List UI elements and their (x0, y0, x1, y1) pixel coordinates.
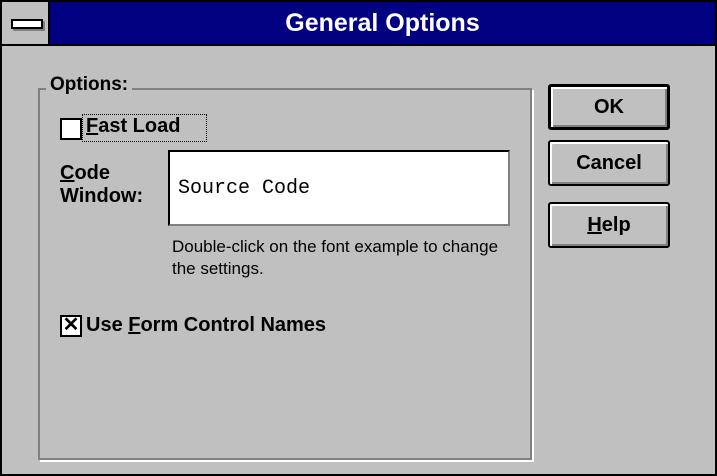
code-window-label: Code Window: (60, 162, 143, 208)
cancel-button[interactable]: Cancel (548, 140, 670, 186)
code-window-label-line1: ode (74, 162, 111, 184)
help-button-label: Help (550, 205, 668, 245)
fast-load-accelerator: F (86, 115, 99, 137)
title-bar[interactable]: General Options (2, 2, 715, 46)
options-group-label: Options: (46, 74, 133, 96)
use-form-control-names-text-before: Use (86, 314, 129, 336)
use-form-control-names-label[interactable]: Use Form Control Names (86, 314, 326, 337)
fast-load-checkbox[interactable] (60, 118, 82, 140)
fast-load-label-text: ast Load (98, 115, 181, 137)
code-window-label-line2: Window: (60, 185, 144, 207)
checkmark-icon: ✕ (62, 314, 80, 336)
use-form-control-names-accelerator: F (128, 314, 141, 336)
system-menu-bar-icon (11, 19, 43, 29)
use-form-control-names-checkbox[interactable]: ✕ (60, 314, 82, 337)
help-button-label-text: elp (601, 214, 631, 236)
font-example-hint: Double-click on the font example to chan… (172, 237, 499, 278)
font-example-text: Source Code (178, 177, 311, 200)
general-options-dialog: General Options Options: Fast Load Code … (0, 0, 717, 476)
use-form-control-names-text-after: orm Control Names (140, 314, 327, 336)
ok-button-label: OK (594, 96, 624, 118)
help-button[interactable]: Help (548, 202, 670, 248)
cancel-button-label: Cancel (576, 152, 642, 174)
dialog-title: General Options (285, 9, 480, 37)
system-menu-button[interactable] (2, 2, 50, 44)
help-accelerator: H (587, 214, 602, 236)
code-window-accelerator: C (60, 162, 75, 184)
ok-button[interactable]: OK (548, 84, 670, 130)
code-window-font-example[interactable]: Source Code (168, 150, 510, 226)
fast-load-label[interactable]: Fast Load (86, 115, 180, 138)
